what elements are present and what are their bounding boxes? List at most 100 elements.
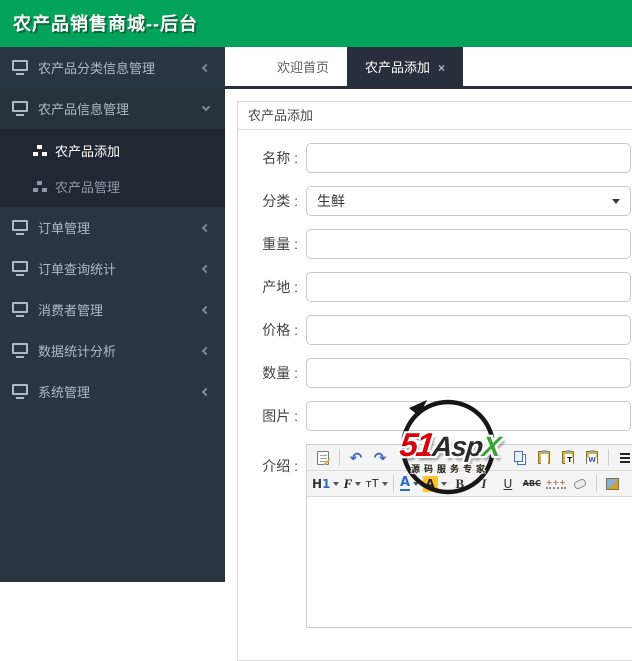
logo-asp-text: Asp: [431, 431, 484, 462]
toolbar-separator: [596, 475, 597, 492]
chevron-left-icon: [202, 264, 210, 272]
picture-icon: [606, 478, 619, 490]
editor-content[interactable]: [307, 497, 632, 627]
logo-51-text: 51: [398, 426, 435, 463]
remove-format-icon[interactable]: [569, 473, 591, 494]
form-row-origin: 产地 :: [238, 272, 632, 302]
undo-icon[interactable]: ↶: [345, 447, 367, 468]
sidebar-item-product-add[interactable]: 农产品添加: [0, 132, 225, 168]
sitemap-icon: [33, 181, 47, 192]
name-input[interactable]: [306, 143, 631, 173]
sidebar-item-label: 消费者管理: [38, 300, 103, 319]
category-select[interactable]: 生鲜: [306, 186, 631, 216]
weight-label: 重量 :: [238, 234, 306, 254]
chevron-left-icon: [202, 387, 210, 395]
sidebar-item-label: 农产品信息管理: [38, 99, 129, 118]
name-label: 名称 :: [238, 148, 306, 168]
supsub-glyph: +++: [546, 479, 566, 489]
sidebar-item-label: 订单查询统计: [38, 259, 116, 278]
form-row-name: 名称 :: [238, 143, 632, 173]
quantity-label: 数量 :: [238, 363, 306, 383]
watermark-slogan: 源码服务专家: [375, 462, 525, 475]
sidebar-item-product-manage[interactable]: 农产品管理: [0, 168, 225, 204]
sidebar-item-label: 系统管理: [38, 382, 90, 401]
origin-input[interactable]: [306, 272, 631, 302]
font-family-icon[interactable]: F: [341, 473, 363, 494]
chevron-left-icon: [202, 305, 210, 313]
form-row-price: 价格 :: [238, 315, 632, 345]
source-code-icon[interactable]: [312, 447, 334, 468]
align-icon[interactable]: [614, 447, 632, 468]
notepad-icon: [317, 451, 329, 465]
logo-x-text: X: [481, 431, 502, 462]
chevron-down-icon: [202, 103, 210, 111]
monitor-icon: [12, 261, 28, 272]
app-title: 农产品销售商城--后台: [0, 0, 632, 36]
paste-word-letter: W: [587, 457, 597, 464]
tab-label: 欢迎首页: [277, 60, 329, 75]
monitor-icon: [12, 302, 28, 313]
tab-label: 农产品添加: [365, 60, 430, 75]
clipboard-icon: W: [586, 451, 598, 464]
form-row-quantity: 数量 :: [238, 358, 632, 388]
paste-icon[interactable]: [533, 447, 555, 468]
toolbar-separator: [608, 449, 609, 466]
category-selected-value: 生鲜: [317, 191, 345, 211]
toolbar-separator: [339, 449, 340, 466]
sidebar: 农产品分类信息管理 农产品信息管理 农产品添加 农产品管理 订单管理 订单查询统…: [0, 47, 225, 582]
monitor-icon: [12, 60, 28, 71]
quantity-input[interactable]: [306, 358, 631, 388]
price-label: 价格 :: [238, 320, 306, 340]
sidebar-item-label: 数据统计分析: [38, 341, 116, 360]
product-add-panel: 农产品添加 名称 : 分类 : 生鲜 重量 : 产地 :: [237, 101, 632, 661]
insert-image-icon[interactable]: [602, 473, 624, 494]
close-icon[interactable]: ×: [438, 61, 445, 75]
price-input[interactable]: [306, 315, 631, 345]
paste-as-text-icon[interactable]: T: [557, 447, 579, 468]
app-header: 农产品销售商城--后台: [0, 0, 632, 47]
monitor-icon: [12, 101, 28, 112]
paste-from-word-icon[interactable]: W: [581, 447, 603, 468]
sidebar-item-data-statistics[interactable]: 数据统计分析: [0, 330, 225, 371]
form-row-weight: 重量 :: [238, 229, 632, 259]
intro-label: 介绍 :: [238, 444, 306, 476]
chevron-left-icon: [202, 223, 210, 231]
category-label: 分类 :: [238, 191, 306, 211]
monitor-icon: [12, 384, 28, 395]
sidebar-item-product-info-management[interactable]: 农产品信息管理: [0, 88, 225, 129]
tab-bar: 欢迎首页 农产品添加 ×: [225, 47, 632, 89]
form-row-category: 分类 : 生鲜: [238, 186, 632, 216]
51aspx-watermark: 51AspX 源码服务专家: [375, 392, 525, 504]
sitemap-icon: [33, 145, 47, 156]
clipboard-icon: T: [562, 451, 574, 464]
eraser-icon: [573, 477, 587, 489]
chevron-left-icon: [202, 346, 210, 354]
tab-welcome-home[interactable]: 欢迎首页: [259, 47, 347, 89]
heading-icon[interactable]: H1: [312, 473, 339, 494]
sidebar-submenu: 农产品添加 农产品管理: [0, 129, 225, 207]
sidebar-item-label: 农产品分类信息管理: [38, 58, 155, 77]
sidebar-item-category-management[interactable]: 农产品分类信息管理: [0, 47, 225, 88]
submenu-item-label: 农产品添加: [55, 141, 120, 160]
sidebar-item-system-management[interactable]: 系统管理: [0, 371, 225, 412]
heading-h-glyph: H: [312, 477, 322, 491]
font-glyph: F: [344, 476, 353, 492]
origin-label: 产地 :: [238, 277, 306, 297]
tab-product-add[interactable]: 农产品添加 ×: [347, 47, 463, 89]
panel-title: 农产品添加: [238, 102, 632, 130]
main-content: 农产品添加 名称 : 分类 : 生鲜 重量 : 产地 :: [225, 92, 632, 582]
heading-1-glyph: 1: [322, 477, 330, 491]
sidebar-item-order-query-stats[interactable]: 订单查询统计: [0, 248, 225, 289]
dropdown-caret-icon: [355, 482, 361, 486]
51aspx-logo: 51AspX: [373, 426, 527, 464]
monitor-icon: [12, 220, 28, 231]
sub-sup-icon[interactable]: +++: [545, 473, 567, 494]
sidebar-item-consumer-management[interactable]: 消费者管理: [0, 289, 225, 330]
align-lines-icon: [620, 453, 630, 463]
sidebar-item-label: 订单管理: [38, 218, 90, 237]
sidebar-item-order-management[interactable]: 订单管理: [0, 207, 225, 248]
dropdown-caret-icon: [333, 482, 339, 486]
paste-text-letter: T: [566, 457, 573, 464]
weight-input[interactable]: [306, 229, 631, 259]
chevron-left-icon: [202, 63, 210, 71]
